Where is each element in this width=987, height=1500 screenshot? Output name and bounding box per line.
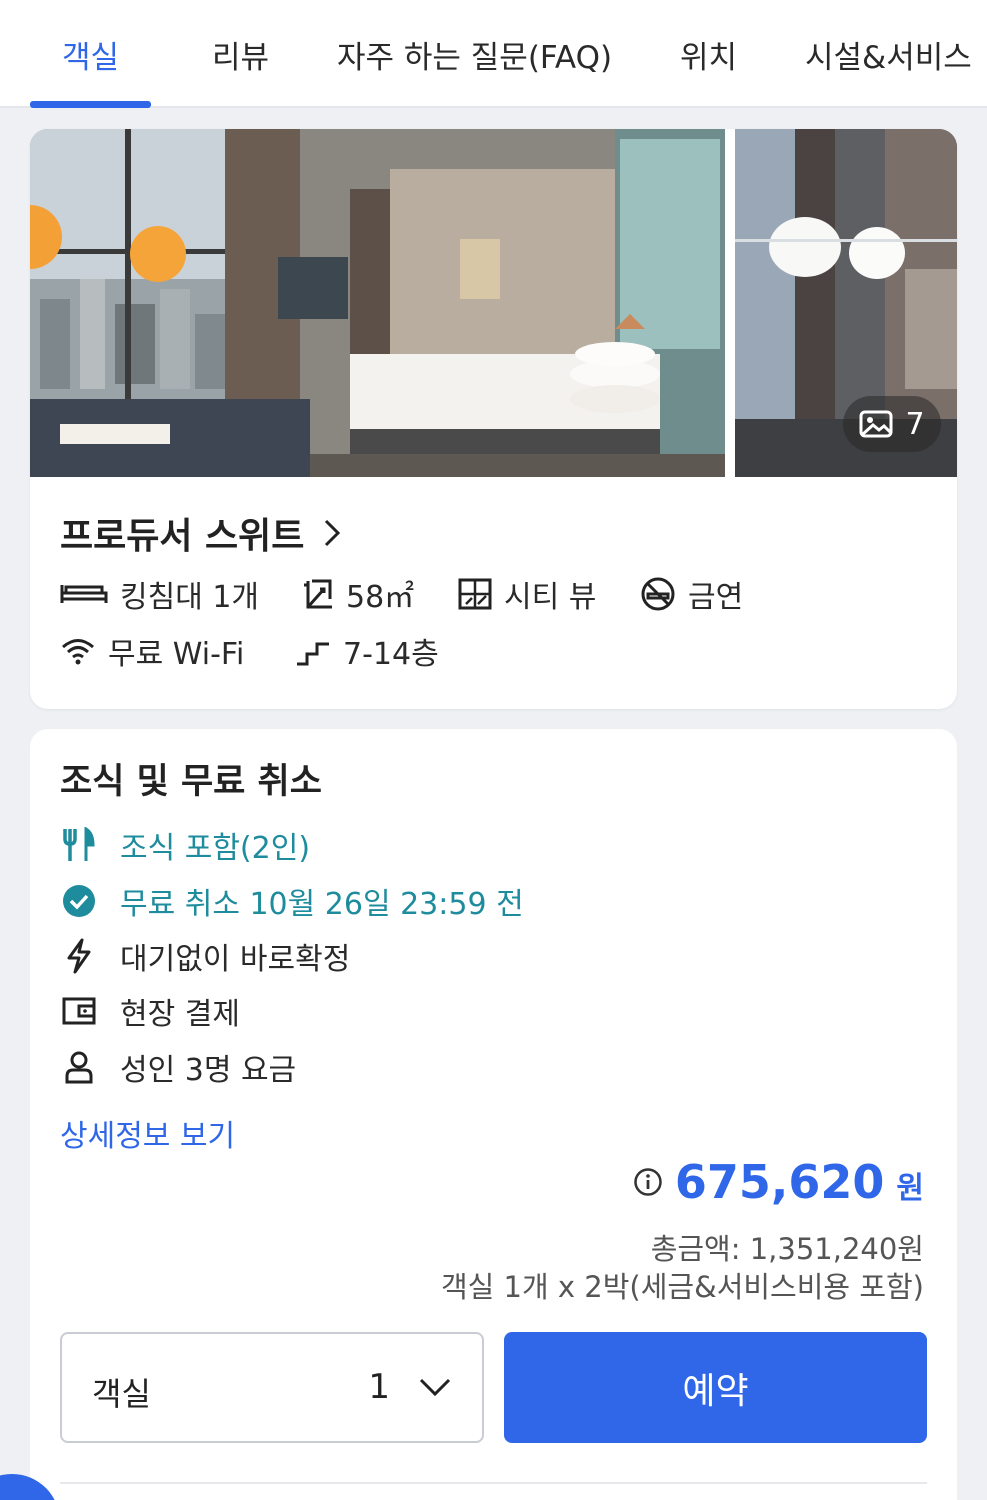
perk-free-cancellation: 무료 취소 10월 26일 23:59 전: [60, 879, 524, 923]
window-view-icon: [458, 578, 492, 610]
perk-guests-label: 성인 3명 요금: [120, 1053, 297, 1088]
divider: [60, 1482, 927, 1484]
perk-breakfast-label: 조식 포함(2인): [120, 831, 311, 866]
no-smoking-icon: [641, 577, 675, 611]
feature-view-label: 시티 뷰: [504, 580, 597, 615]
perk-instant-confirm: 대기없이 바로확정: [60, 934, 350, 978]
room-select-label: 객실: [92, 1375, 151, 1413]
feature-size-label: 58㎡: [346, 580, 415, 615]
room-photo-secondary[interactable]: 7: [735, 129, 957, 477]
feature-size: 58㎡: [300, 572, 414, 616]
feature-floor-label: 7-14층: [343, 637, 439, 672]
person-icon: [65, 1051, 93, 1084]
lightning-icon: [67, 938, 91, 974]
chevron-right-icon: [325, 519, 341, 547]
feature-smoking-label: 금연: [688, 580, 744, 615]
total-price: 총금액: 1,351,240원: [650, 1232, 924, 1266]
feature-wifi: 무료 Wi-Fi: [60, 629, 244, 673]
bed-icon: [60, 585, 108, 603]
room-select-value: 1: [368, 1367, 390, 1407]
feature-floor: 7-14층: [295, 629, 439, 673]
gallery-icon: [859, 410, 893, 438]
feature-smoking: 금연: [640, 572, 743, 616]
stairs-icon: [297, 642, 329, 666]
tab-bar: 객실 리뷰 자주 하는 질문(FAQ) 위치 시설&서비스: [0, 0, 987, 108]
plan-title: 조식 및 무료 취소: [60, 762, 322, 802]
tab-faq[interactable]: 자주 하는 질문(FAQ): [337, 32, 612, 77]
perk-guests: 성인 3명 요금: [60, 1045, 296, 1089]
perk-pay-at-hotel: 현장 결제: [60, 989, 240, 1033]
tab-facilities[interactable]: 시설&서비스: [805, 32, 972, 77]
perk-cancellation-label: 무료 취소 10월 26일 23:59 전: [120, 887, 524, 922]
perk-breakfast: 조식 포함(2인): [60, 823, 310, 867]
price-currency: 원: [896, 1171, 924, 1206]
perk-payment-label: 현장 결제: [120, 997, 240, 1032]
photo-count: 7: [905, 406, 925, 442]
nightly-price: 675,620: [674, 1155, 885, 1209]
room-quantity-select[interactable]: 객실 1: [60, 1332, 484, 1443]
feature-wifi-label: 무료 Wi-Fi: [108, 637, 245, 672]
wifi-icon: [62, 639, 94, 665]
room-title-link[interactable]: 프로듀서 스위트: [60, 507, 342, 559]
room-size-icon: [304, 579, 332, 609]
feature-view: 시티 뷰: [458, 572, 596, 616]
room-photo-main[interactable]: [30, 129, 725, 477]
rate-plan-card: 조식 및 무료 취소 조식 포함(2인) 무료 취소 10월 26일 23:59…: [30, 729, 957, 1500]
perk-instant-label: 대기없이 바로확정: [120, 942, 351, 977]
feature-bed-label: 킹침대 1개: [120, 580, 260, 615]
photo-count-badge[interactable]: 7: [843, 396, 941, 452]
chevron-down-icon: [419, 1378, 451, 1397]
check-circle-icon: [63, 885, 95, 917]
room-card: 7 프로듀서 스위트 킹침대 1개 58㎡ 시티 뷰 금연 무료 Wi-Fi 7…: [30, 129, 957, 709]
price-breakdown: 객실 1개 x 2박(세금&서비스비용 포함): [440, 1270, 924, 1304]
wallet-icon: [62, 997, 96, 1025]
tab-location[interactable]: 위치: [680, 32, 737, 77]
view-details-link[interactable]: 상세정보 보기: [60, 1111, 235, 1155]
tab-reviews[interactable]: 리뷰: [212, 32, 269, 77]
cutlery-icon: [63, 827, 95, 861]
info-icon[interactable]: [633, 1167, 663, 1197]
price-row: 675,620 원: [633, 1155, 924, 1209]
room-name: 프로듀서 스위트: [60, 516, 305, 557]
book-button[interactable]: 예약: [504, 1332, 927, 1443]
active-tab-indicator: [30, 101, 151, 108]
tab-rooms[interactable]: 객실: [62, 32, 119, 77]
feature-bed: 킹침대 1개: [60, 572, 259, 616]
